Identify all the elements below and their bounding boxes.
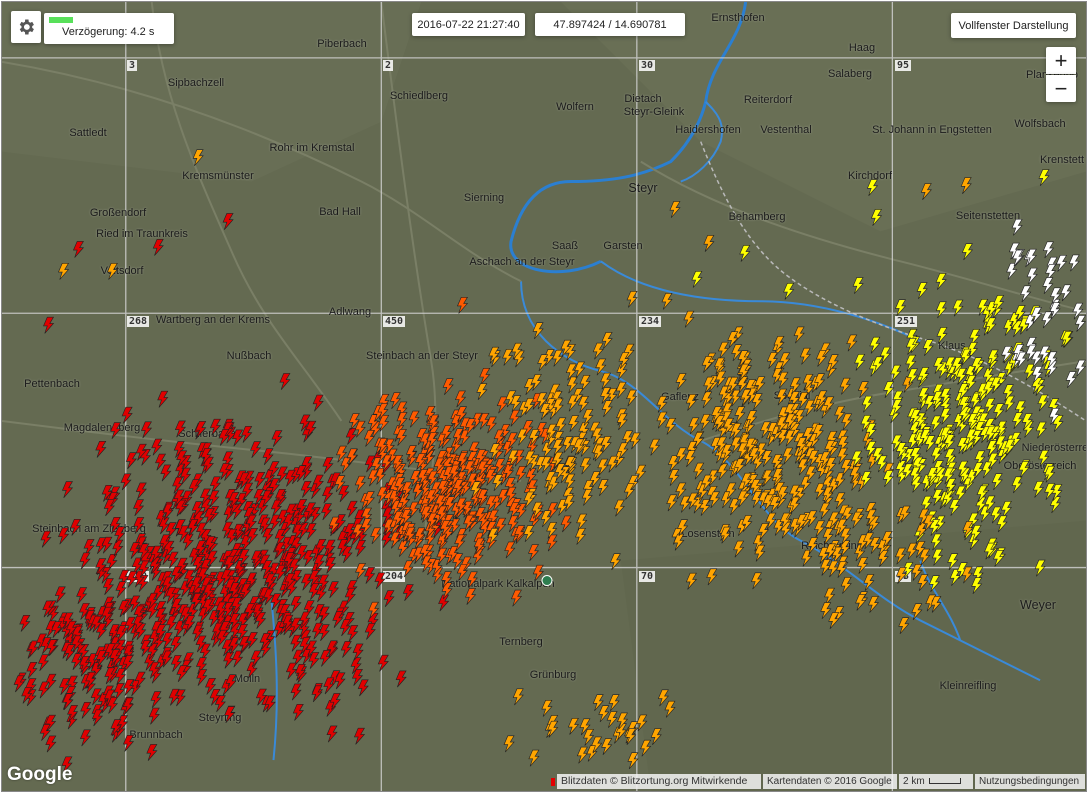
place-label: Steyrling — [198, 712, 242, 724]
place-label: Voitsdorf — [100, 265, 144, 277]
place-label: Bad Hall — [319, 206, 361, 218]
fullscreen-button[interactable]: Vollfenster Darstellung — [951, 13, 1076, 38]
place-label: Piberbach — [317, 38, 367, 50]
place-label: Nußbach — [226, 350, 272, 362]
grid-count: 350 — [127, 571, 150, 582]
delay-indicator: Verzögerung: 4.2 s — [44, 13, 174, 44]
gear-icon — [19, 19, 34, 35]
place-label: Grünburg — [529, 669, 577, 681]
place-label: Steinbach am Ziehberg — [32, 523, 146, 535]
place-label: Saaß — [551, 240, 579, 252]
place-label: Seitenstetten — [955, 210, 1021, 222]
place-label: Ried im Traunkreis — [96, 228, 188, 240]
place-label: Sattledt — [69, 127, 107, 139]
scale-label: 2 km — [903, 776, 925, 787]
place-label: Haidershofen — [675, 124, 741, 136]
place-label: Brunnbach — [129, 729, 183, 741]
grid-count: 3 — [127, 60, 138, 71]
place-label: Ernsthofen — [711, 12, 765, 24]
place-label: Großendorf — [89, 207, 147, 219]
grid-count: 30 — [639, 60, 656, 71]
settings-button[interactable] — [11, 11, 41, 43]
place-label: Steinbach an der Steyr — [366, 350, 478, 362]
timestamp-text: 2016-07-22 21:27:40 — [417, 18, 520, 31]
place-label: Sierning — [463, 192, 505, 204]
place-label: Aschach an der Steyr — [469, 256, 575, 268]
place-label: Schlierbach — [178, 428, 236, 440]
zoom-out-label: − — [1054, 75, 1068, 101]
place-label: Ternberg — [499, 636, 543, 648]
google-logo: Google — [7, 764, 73, 785]
place-label: Magdalenaberg — [63, 422, 141, 434]
grid-count: 2 — [383, 60, 394, 71]
place-label: Garsten — [603, 240, 643, 252]
grid-count: 268 — [127, 316, 150, 327]
place-label: Reichraming — [801, 540, 863, 552]
fullscreen-label: Vollfenster Darstellung — [958, 19, 1069, 32]
place-label: Niederösterreich — [1021, 442, 1086, 454]
map-canvas[interactable]: Piberbach Ernsthofen Sipbachzell Schiedlber… — [1, 1, 1087, 792]
place-label: Kirchdorf — [847, 170, 893, 182]
grid-count: 251 — [895, 316, 918, 327]
place-label: Molln — [233, 673, 261, 685]
place-label: Weyer — [1020, 598, 1056, 612]
scale-bar[interactable]: 2 km — [899, 774, 973, 789]
place-label: Wolfsbach — [1014, 118, 1066, 130]
zoom-out-button[interactable]: − — [1046, 75, 1076, 102]
place-label: Dietach — [624, 93, 662, 105]
place-label: Klaus — [938, 340, 966, 352]
grid-count: 450 — [383, 316, 406, 327]
map-attribution: Kartendaten © 2016 Google — [763, 774, 897, 789]
grid-count: 70 — [639, 571, 656, 582]
place-label: Kremsmünster — [182, 170, 254, 182]
grid-count: 234 — [639, 316, 662, 327]
scale-line — [928, 778, 961, 785]
place-label: Steyr-Gleink — [623, 106, 685, 118]
zoom-in-button[interactable]: + — [1046, 47, 1076, 74]
place-label: Kleinreifling — [939, 680, 997, 692]
delay-bar — [49, 17, 73, 23]
place-label: Rohr im Kremstal — [269, 142, 355, 154]
place-label: Steyr — [628, 181, 658, 195]
place-label: St. Johann in Engstetten — [872, 124, 992, 136]
place-label: Krenstett — [1039, 154, 1085, 166]
place-label: Reiterdorf — [743, 94, 793, 106]
coordinate-display: 47.897424 / 14.690781 — [535, 13, 685, 36]
place-label: Wolfern — [556, 101, 594, 113]
place-label: Behamberg — [728, 211, 786, 223]
strike-attribution[interactable]: Blitzdaten © Blitzortung.org Mitwirkende — [557, 774, 761, 789]
terms-link[interactable]: Nutzungsbedingungen — [975, 774, 1085, 789]
place-label: Vestenthal — [760, 124, 812, 136]
place-label: Salaberg — [827, 68, 873, 80]
place-label: Pettenbach — [24, 378, 80, 390]
grid-count: 204 — [383, 571, 406, 582]
place-label: Spedial — [773, 390, 811, 402]
place-label: Adlwang — [328, 306, 372, 318]
grid-count: 43 — [895, 571, 912, 582]
zoom-in-label: + — [1054, 47, 1068, 73]
place-label: Nationalpark Kalkalpen — [441, 578, 555, 590]
place-label: Losenstein — [681, 528, 735, 540]
place-label: Wartberg an der Krems — [156, 314, 270, 326]
attribution-marker — [551, 778, 555, 786]
delay-label: Verzögerung: 4.2 s — [62, 25, 155, 38]
timestamp-display: 2016-07-22 21:27:40 — [412, 13, 525, 36]
place-label: Schiedlberg — [389, 90, 449, 102]
place-label: Sipbachzell — [167, 77, 225, 89]
place-label: Haag — [848, 42, 876, 54]
place-label: Oberösterreich — [1003, 460, 1077, 472]
place-label: Gaflenz — [661, 391, 699, 403]
grid-count: 95 — [895, 60, 912, 71]
coordinate-text: 47.897424 / 14.690781 — [553, 18, 667, 31]
